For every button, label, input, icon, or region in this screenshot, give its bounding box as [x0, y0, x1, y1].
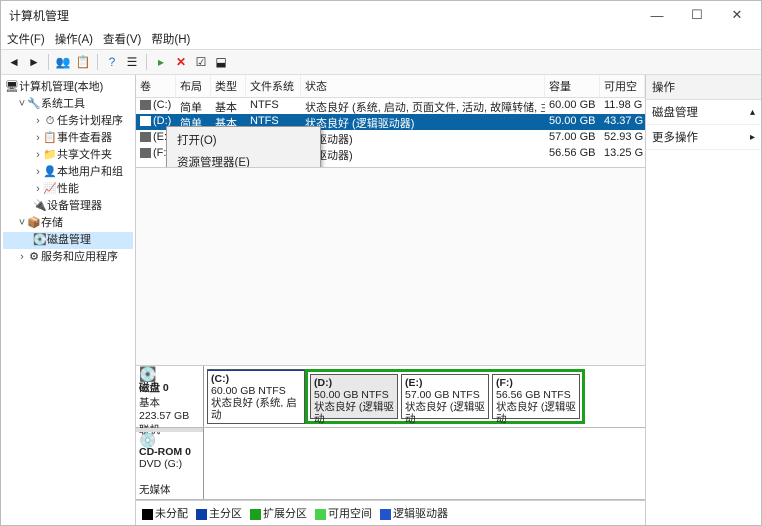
tree-services[interactable]: ›⚙服务和应用程序	[3, 249, 133, 266]
forward-icon[interactable]: ►	[25, 53, 43, 71]
nav-tree[interactable]: 🖥计算机管理(本地) ˅🔧系统工具 ›⏱任务计划程序 ›📋事件查看器 ›📁共享文…	[1, 75, 136, 525]
tree-local-users[interactable]: ›👤本地用户和组	[3, 164, 133, 181]
settings-icon[interactable]: ☑	[192, 53, 210, 71]
legend-free: 可用空间	[328, 508, 372, 520]
tree-disk-management[interactable]: 💽磁盘管理	[3, 232, 133, 249]
ctx-open[interactable]: 打开(O)	[169, 129, 318, 151]
col-type[interactable]: 类型	[211, 75, 246, 97]
content-area: 🖥计算机管理(本地) ˅🔧系统工具 ›⏱任务计划程序 ›📋事件查看器 ›📁共享文…	[1, 75, 761, 525]
ctx-explorer[interactable]: 资源管理器(E)	[169, 151, 318, 168]
computer-management-window: 计算机管理 — ☐ ✕ 文件(F) 操作(A) 查看(V) 帮助(H) ◄ ► …	[0, 0, 762, 526]
legend-unalloc: 未分配	[155, 508, 188, 520]
actions-header: 操作	[646, 75, 761, 100]
toolbar: ◄ ► 👥 📋 ? ☰ ▸ ✕ ☑ ⬓	[1, 49, 761, 75]
tree-device-manager[interactable]: 🔌设备管理器	[3, 198, 133, 215]
cdrom-icon: 💿	[139, 434, 200, 446]
col-status[interactable]: 状态	[301, 75, 545, 97]
tree-task-scheduler[interactable]: ›⏱任务计划程序	[3, 113, 133, 130]
tree-shared-folders[interactable]: ›📁共享文件夹	[3, 147, 133, 164]
close-button[interactable]: ✕	[717, 4, 757, 26]
legend: 未分配 主分区 扩展分区 可用空间 逻辑驱动器	[136, 500, 645, 525]
legend-logical: 逻辑驱动器	[393, 508, 448, 520]
help-icon[interactable]: ?	[103, 53, 121, 71]
list-icon[interactable]: 📋	[74, 53, 92, 71]
graphical-view: 💽 磁盘 0 基本 223.57 GB 联机 (C:)60.00 GB NTFS…	[136, 365, 645, 500]
submenu-icon: ▸	[750, 132, 755, 143]
tree-root[interactable]: 🖥计算机管理(本地)	[3, 79, 133, 96]
col-capacity[interactable]: 容量	[545, 75, 600, 97]
volume-row-c[interactable]: (C:)简单基本NTFS状态良好 (系统, 启动, 页面文件, 活动, 故障转储…	[136, 98, 645, 114]
window-title: 计算机管理	[9, 7, 637, 24]
properties-icon[interactable]: ☰	[123, 53, 141, 71]
partition-f[interactable]: (F:)56.56 GB NTFS状态良好 (逻辑驱动	[492, 374, 580, 419]
partition-e[interactable]: (E:)57.00 GB NTFS状态良好 (逻辑驱动	[401, 374, 489, 419]
menu-action[interactable]: 操作(A)	[55, 31, 93, 47]
back-icon[interactable]: ◄	[5, 53, 23, 71]
tree-performance[interactable]: ›📈性能	[3, 181, 133, 198]
tree-event-viewer[interactable]: ›📋事件查看器	[3, 130, 133, 147]
disk-0-partitions: (C:)60.00 GB NTFS状态良好 (系统, 启动 (D:)50.00 …	[204, 366, 645, 427]
disk-0-header: 💽 磁盘 0 基本 223.57 GB 联机	[136, 366, 204, 427]
maximize-button[interactable]: ☐	[677, 4, 717, 26]
menu-view[interactable]: 查看(V)	[103, 31, 141, 47]
context-menu: 打开(O) 资源管理器(E) 更改驱动器号和路径(C)... 格式化(F)...…	[166, 126, 321, 168]
cdrom-row[interactable]: 💿 CD-ROM 0 DVD (G:) 无媒体	[136, 428, 645, 500]
tree-storage[interactable]: ˅📦存储	[3, 215, 133, 232]
extended-partition-group: (D:)50.00 GB NTFS状态良好 (逻辑驱动 (E:)57.00 GB…	[305, 369, 585, 424]
partition-c[interactable]: (C:)60.00 GB NTFS状态良好 (系统, 启动	[207, 369, 305, 424]
actions-more[interactable]: 更多操作▸	[646, 125, 761, 150]
legend-extended: 扩展分区	[263, 508, 307, 520]
menubar: 文件(F) 操作(A) 查看(V) 帮助(H)	[1, 29, 761, 49]
delete-icon[interactable]: ✕	[172, 53, 190, 71]
collapse-icon: ▴	[750, 107, 755, 118]
col-volume[interactable]: 卷	[136, 75, 176, 97]
cdrom-header: 💿 CD-ROM 0 DVD (G:) 无媒体	[136, 428, 204, 499]
titlebar: 计算机管理 — ☐ ✕	[1, 1, 761, 29]
disk-icon: 💽	[139, 368, 200, 380]
actions-panel: 操作 磁盘管理▴ 更多操作▸	[646, 75, 761, 525]
view-icon[interactable]: ⬓	[212, 53, 230, 71]
action1-icon[interactable]: ▸	[152, 53, 170, 71]
partition-d[interactable]: (D:)50.00 GB NTFS状态良好 (逻辑驱动	[310, 374, 398, 419]
window-buttons: — ☐ ✕	[637, 4, 757, 26]
col-fs[interactable]: 文件系统	[246, 75, 301, 97]
menu-help[interactable]: 帮助(H)	[151, 31, 190, 47]
col-free[interactable]: 可用空	[600, 75, 645, 97]
menu-file[interactable]: 文件(F)	[7, 31, 45, 47]
col-layout[interactable]: 布局	[176, 75, 211, 97]
disk-0-row[interactable]: 💽 磁盘 0 基本 223.57 GB 联机 (C:)60.00 GB NTFS…	[136, 366, 645, 428]
actions-disk-mgmt[interactable]: 磁盘管理▴	[646, 100, 761, 125]
volume-list[interactable]: (C:)简单基本NTFS状态良好 (系统, 启动, 页面文件, 活动, 故障转储…	[136, 98, 645, 168]
legend-primary: 主分区	[209, 508, 242, 520]
main-panel: 卷 布局 类型 文件系统 状态 容量 可用空 (C:)简单基本NTFS状态良好 …	[136, 75, 646, 525]
minimize-button[interactable]: —	[637, 4, 677, 26]
volume-list-header: 卷 布局 类型 文件系统 状态 容量 可用空	[136, 75, 645, 98]
refresh-icon[interactable]: 👥	[54, 53, 72, 71]
tree-system-tools[interactable]: ˅🔧系统工具	[3, 96, 133, 113]
